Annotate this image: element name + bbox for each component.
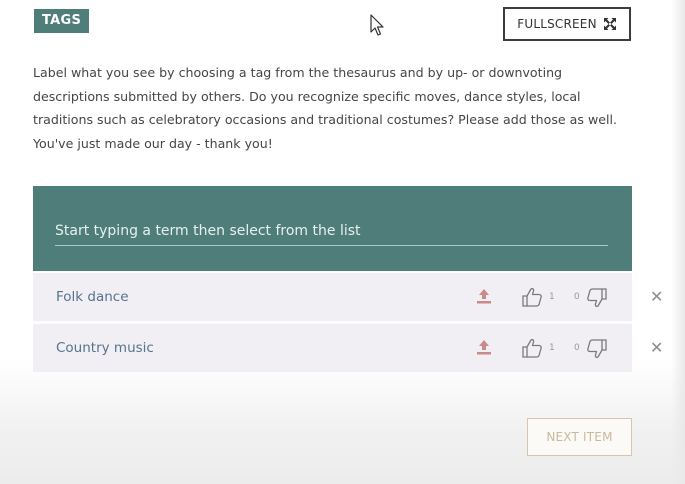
- tag-label: Country music: [56, 340, 154, 356]
- next-item-button[interactable]: NEXT ITEM: [527, 418, 632, 456]
- remove-tag-icon[interactable]: ✕: [650, 287, 663, 306]
- tag-row: Folk dance 1 0: [33, 273, 632, 321]
- fullscreen-expand-icon: [603, 18, 616, 30]
- thumbs-up-icon[interactable]: [521, 337, 543, 359]
- edge-shadow: [671, 0, 685, 484]
- instructions-text: Label what you see by choosing a tag fro…: [33, 65, 618, 151]
- tag-search-panel: [33, 186, 632, 271]
- tags-heading-badge: TAGS: [34, 9, 90, 33]
- thumbs-up-icon[interactable]: [521, 286, 543, 308]
- tag-row: Country music 1 0: [33, 324, 632, 372]
- upload-icon[interactable]: [476, 288, 492, 305]
- fullscreen-label: FULLSCREEN: [517, 17, 597, 31]
- remove-tag-icon[interactable]: ✕: [650, 338, 663, 357]
- fullscreen-button[interactable]: FULLSCREEN: [503, 7, 631, 41]
- downvote-count: 0: [574, 343, 580, 353]
- upvote-count: 1: [549, 292, 555, 302]
- mouse-cursor-icon: [370, 14, 384, 36]
- upload-icon[interactable]: [476, 339, 492, 356]
- tag-label: Folk dance: [56, 289, 129, 305]
- upvote-count: 1: [549, 343, 555, 353]
- thumbs-down-icon[interactable]: [586, 338, 608, 360]
- downvote-count: 0: [574, 292, 580, 302]
- tag-search-input[interactable]: [55, 216, 608, 246]
- thumbs-down-icon[interactable]: [586, 287, 608, 309]
